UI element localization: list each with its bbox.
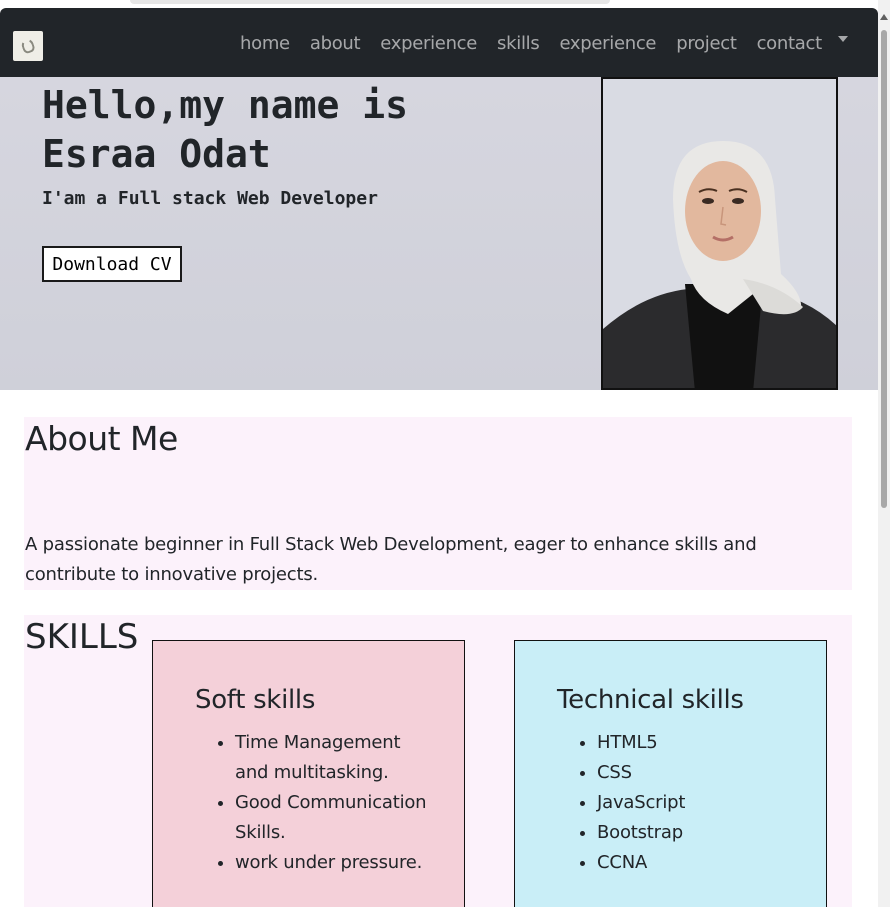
- list-item: CCNA: [597, 848, 797, 878]
- technical-skills-title: Technical skills: [557, 685, 744, 715]
- nav-link-home[interactable]: home: [230, 33, 300, 54]
- scrollbar[interactable]: [878, 0, 890, 907]
- hero-title-line1: Hello,my name is: [42, 83, 409, 127]
- caret-down-icon[interactable]: [837, 36, 848, 42]
- list-item: HTML5: [597, 728, 797, 758]
- list-item: Time Management and multitasking.: [235, 728, 435, 788]
- navbar: home about experience skills experience …: [0, 8, 878, 77]
- nav-links: home about experience skills experience …: [230, 30, 848, 56]
- soft-skills-title: Soft skills: [195, 685, 316, 715]
- scroll-up-icon[interactable]: [880, 14, 888, 20]
- technical-skills-card: Technical skills HTML5 CSS JavaScript Bo…: [514, 640, 827, 907]
- skills-heading: SKILLS: [25, 617, 139, 657]
- browser-tab-edge: [130, 0, 610, 4]
- browser-top-strip: [0, 0, 878, 8]
- nav-link-project[interactable]: project: [666, 33, 746, 54]
- logo-icon: [19, 37, 37, 55]
- brand-logo[interactable]: [13, 31, 43, 61]
- list-item: Good Communication Skills.: [235, 788, 435, 848]
- list-item: Bootstrap: [597, 818, 797, 848]
- download-cv-button[interactable]: Download CV: [42, 246, 182, 282]
- nav-link-skills[interactable]: skills: [487, 33, 549, 54]
- technical-skills-list: HTML5 CSS JavaScript Bootstrap CCNA: [597, 728, 797, 878]
- hero-title: Hello,my name is Esraa Odat: [42, 81, 562, 179]
- hero-section: Hello,my name is Esraa Odat I'am a Full …: [0, 77, 878, 390]
- list-item: CSS: [597, 758, 797, 788]
- hero-title-line2: Esraa Odat: [42, 132, 271, 176]
- about-section: About Me A passionate beginner in Full S…: [24, 417, 852, 590]
- profile-photo: [601, 77, 838, 390]
- hero-subtitle: I'am a Full stack Web Developer: [42, 188, 378, 209]
- list-item: JavaScript: [597, 788, 797, 818]
- list-item: work under pressure.: [235, 848, 435, 878]
- scrollbar-thumb[interactable]: [881, 30, 887, 508]
- about-heading: About Me: [25, 419, 178, 458]
- skills-section: SKILLS Soft skills Time Management and m…: [24, 615, 852, 907]
- soft-skills-list: Time Management and multitasking. Good C…: [235, 728, 435, 878]
- about-text: A passionate beginner in Full Stack Web …: [25, 534, 757, 585]
- nav-link-experience-2[interactable]: experience: [549, 33, 666, 54]
- nav-link-experience[interactable]: experience: [370, 33, 487, 54]
- nav-link-about[interactable]: about: [300, 33, 370, 54]
- nav-link-contact[interactable]: contact: [747, 33, 832, 54]
- soft-skills-card: Soft skills Time Management and multitas…: [152, 640, 465, 907]
